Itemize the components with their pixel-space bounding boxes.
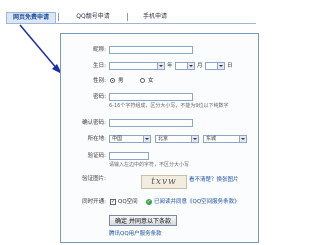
month-unit: 月 — [197, 63, 203, 69]
open-services-row: 同时开通: ✓ QQ空间 ✓ 已阅读并同意《QQ空间服务条款》 — [61, 197, 258, 207]
gender-female-label: 女 — [148, 78, 154, 84]
location-country-select[interactable]: 中国 — [109, 135, 151, 143]
gender-label: 性别: — [93, 78, 106, 84]
chevron-down-icon — [191, 136, 198, 142]
chevron-down-icon — [217, 63, 224, 69]
gender-female-radio[interactable] — [140, 78, 145, 83]
gender-male-radio[interactable] — [110, 78, 115, 83]
chevron-down-icon — [143, 136, 150, 142]
province-value: 北京 — [158, 136, 169, 142]
open-services-label: 同时开通: — [82, 199, 106, 205]
password-label: 密码: — [93, 94, 106, 100]
birthday-day-select[interactable] — [205, 62, 225, 70]
qzone-terms-link[interactable]: 已阅读并同意《QQ空间服务条款》 — [154, 197, 240, 207]
birthday-month-select[interactable] — [175, 62, 195, 70]
captcha-label: 验证码: — [87, 153, 106, 159]
captcha-image-label: 验证图片: — [82, 176, 106, 182]
location-row: 所在地: 中国 北京 东城 — [61, 134, 258, 144]
confirm-password-label: 确认密码: — [82, 120, 106, 126]
captcha-image: txvw — [141, 175, 187, 189]
qzone-checkbox[interactable]: ✓ — [110, 199, 116, 205]
birthday-row: 生日: 年 月 日 — [61, 61, 258, 71]
captcha-hint: 请输入左边中的字符，不区分大小写 — [109, 162, 190, 168]
captcha-refresh-link[interactable]: 看不清楚？换张图片 — [189, 175, 239, 185]
chevron-down-icon — [239, 136, 246, 142]
captcha-input[interactable] — [109, 152, 149, 160]
qzone-label: QQ空间 — [118, 199, 138, 205]
day-unit: 日 — [227, 63, 233, 69]
location-label: 所在地: — [87, 136, 106, 142]
city-value: 东城 — [206, 136, 217, 142]
gender-row: 性别: 男 女 — [61, 76, 258, 86]
registration-form: 昵称: 生日: 年 月 日 性别: 男 女 密码: 6-16个字符组成，区分大小… — [60, 33, 259, 243]
chevron-down-icon — [187, 63, 194, 69]
password-row: 密码: — [61, 92, 258, 102]
location-city-select[interactable]: 东城 — [203, 135, 247, 143]
confirm-password-input[interactable] — [109, 119, 193, 127]
password-input[interactable] — [109, 93, 193, 101]
chevron-down-icon — [157, 63, 164, 69]
submit-button[interactable]: 确定 并同意以下条款 — [109, 215, 177, 226]
terms-link[interactable]: 腾讯QQ用户服务条款 — [109, 230, 162, 238]
nickname-row: 昵称: — [61, 45, 258, 55]
nickname-label: 昵称: — [93, 47, 106, 53]
password-hint: 6-16个字符组成，区分大小写，不能为9位以下纯数字 — [109, 103, 229, 109]
gender-male-label: 男 — [118, 78, 124, 84]
nickname-input[interactable] — [109, 46, 193, 54]
birthday-year-select[interactable] — [109, 62, 165, 70]
year-unit: 年 — [167, 63, 173, 69]
country-value: 中国 — [112, 136, 123, 142]
check-circle-icon: ✓ — [146, 199, 152, 205]
location-province-select[interactable]: 北京 — [155, 135, 199, 143]
captcha-row: 验证码: — [61, 151, 258, 161]
confirm-password-row: 确认密码: — [61, 118, 258, 128]
birthday-label: 生日: — [93, 63, 106, 69]
